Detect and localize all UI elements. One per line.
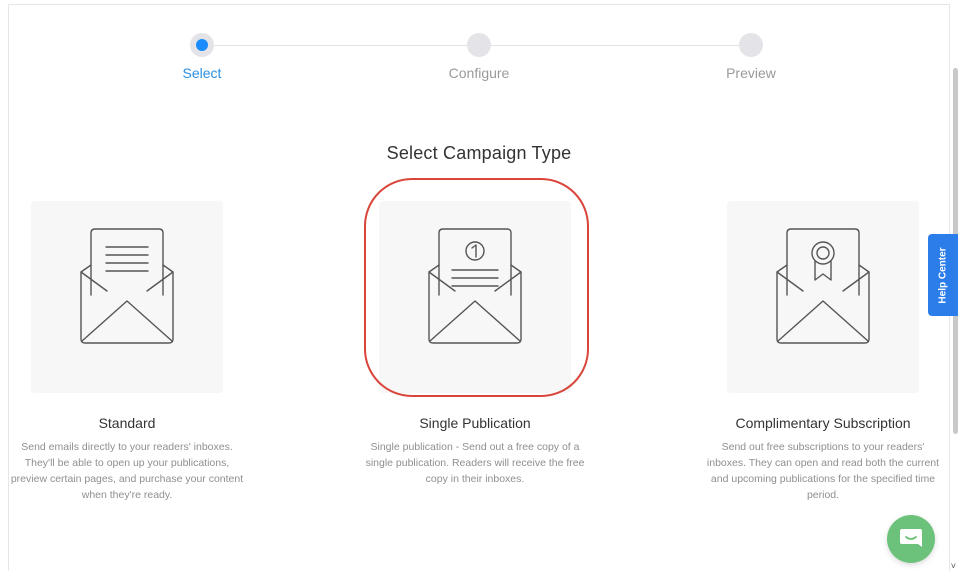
help-center-label: Help Center [937,246,949,304]
campaign-type-single-publication[interactable]: Single Publication Single publication - … [345,201,605,487]
help-center-tab[interactable]: Help Center [928,234,958,316]
envelope-document-icon [80,228,174,344]
step-dot [467,33,491,57]
envelope-number-one-icon [428,228,522,344]
envelope-ribbon-icon [776,228,870,344]
card-tile[interactable] [379,201,571,393]
card-description: Send out free subscriptions to your read… [706,441,940,501]
campaign-type-complimentary-subscription[interactable]: Complimentary Subscription Send out free… [693,201,953,503]
step-label: Select [182,65,222,81]
campaign-type-standard[interactable]: Standard Send emails directly to your re… [0,201,257,503]
step-configure[interactable]: Configure [419,33,539,81]
card-tile[interactable] [727,201,919,393]
card-description: Send emails directly to your readers' in… [10,441,244,501]
wizard-stepper: Select Configure Preview [9,5,949,95]
chat-launcher-button[interactable] [887,515,935,563]
step-dot-active [190,33,214,57]
step-label: Preview [726,65,776,81]
step-preview[interactable]: Preview [691,33,811,81]
campaign-wizard-frame: Select Configure Preview Select Campaign… [8,4,950,571]
card-description: Single publication - Send out a free cop… [365,441,585,485]
step-dot [739,33,763,57]
chat-icon [900,529,922,547]
card-title: Standard [98,415,156,431]
scroll-down-arrow-icon[interactable]: ˅ [951,561,956,571]
card-title: Single Publication [419,415,531,431]
card-tile[interactable] [31,201,223,393]
page-title: Select Campaign Type [386,143,572,163]
card-title: Complimentary Subscription [735,415,911,431]
step-label: Configure [448,65,510,81]
step-select[interactable]: Select [142,33,262,81]
